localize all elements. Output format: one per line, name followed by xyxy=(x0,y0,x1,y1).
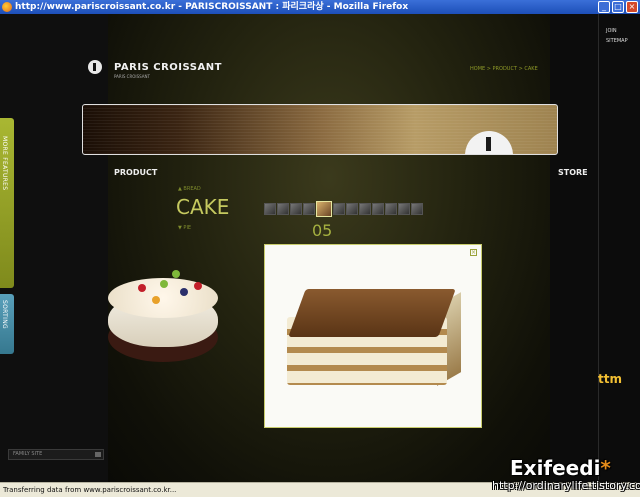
thumbnail-selected[interactable] xyxy=(316,201,332,217)
thumbnail[interactable] xyxy=(372,203,384,215)
strawberry xyxy=(194,282,202,290)
firefox-icon xyxy=(2,2,12,12)
thumbnail[interactable] xyxy=(398,203,410,215)
thumbnail-strip xyxy=(264,201,423,217)
grape xyxy=(160,280,168,288)
sitemap-link[interactable]: SITEMAP xyxy=(606,36,628,46)
sorting-tab[interactable]: SORTING xyxy=(0,294,14,354)
join-link[interactable]: JOIN xyxy=(606,26,628,36)
brand-subtitle: PARIS CROISSANT xyxy=(114,74,150,79)
decorated-cake-image xyxy=(108,252,222,367)
breadcrumb[interactable]: HOME > PRODUCT > CAKE xyxy=(470,66,538,72)
close-button[interactable]: × xyxy=(626,1,638,13)
thumbnail[interactable] xyxy=(290,203,302,215)
watermark-url: http://ordinarylife.tistory.com/ xyxy=(492,479,640,492)
tiramisu-cake-image xyxy=(287,289,461,389)
grape xyxy=(172,270,180,278)
more-features-tab[interactable]: MORE FEATURES xyxy=(0,118,14,288)
thumbnail[interactable] xyxy=(333,203,345,215)
cake-cocoa-top xyxy=(288,289,456,337)
hero-banner xyxy=(82,104,558,155)
slide-number: 05 xyxy=(312,221,333,240)
thumbnail[interactable] xyxy=(346,203,358,215)
thumbnail[interactable] xyxy=(303,203,315,215)
strawberry xyxy=(138,284,146,292)
product-detail-box: × xyxy=(264,244,482,428)
window-titlebar: http://www.pariscroissant.co.kr - PARISC… xyxy=(0,0,640,14)
orange-fruit xyxy=(152,296,160,304)
nav-product[interactable]: PRODUCT xyxy=(114,168,157,177)
status-text: Transferring data from www.pariscroissan… xyxy=(3,486,177,494)
category-prev-link[interactable]: ▲ BREAD xyxy=(178,186,201,192)
window-controls: _ □ × xyxy=(598,1,638,13)
sorting-label: SORTING xyxy=(1,300,8,329)
close-icon[interactable]: × xyxy=(470,249,477,256)
brand-name[interactable]: PARIS CROISSANT xyxy=(114,62,222,73)
watermark: Exifeedi* http://ordinarylife.tistory.co… xyxy=(486,456,640,496)
ttm-badge-icon: ttm xyxy=(598,372,622,386)
thumbnail[interactable] xyxy=(264,203,276,215)
watermark-brand: Exifeedi* xyxy=(510,456,611,480)
blueberry xyxy=(180,288,188,296)
maximize-button[interactable]: □ xyxy=(612,1,624,13)
thumbnail[interactable] xyxy=(359,203,371,215)
right-divider xyxy=(598,14,599,482)
top-nav: JOIN SITEMAP xyxy=(606,26,628,46)
thumbnail[interactable] xyxy=(385,203,397,215)
thumbnail[interactable] xyxy=(277,203,289,215)
thumbnail[interactable] xyxy=(411,203,423,215)
minimize-button[interactable]: _ xyxy=(598,1,610,13)
more-features-label: MORE FEATURES xyxy=(1,136,8,191)
window-title: http://www.pariscroissant.co.kr - PARISC… xyxy=(15,2,409,12)
nav-store[interactable]: STORE xyxy=(558,168,588,177)
logo-icon[interactable] xyxy=(88,60,102,74)
category-next-link[interactable]: ▼ PIE xyxy=(178,225,191,231)
category-current: CAKE xyxy=(176,195,230,219)
right-column xyxy=(550,14,640,482)
left-column xyxy=(0,14,108,482)
family-site-select[interactable]: FAMILY SITE xyxy=(8,449,104,460)
